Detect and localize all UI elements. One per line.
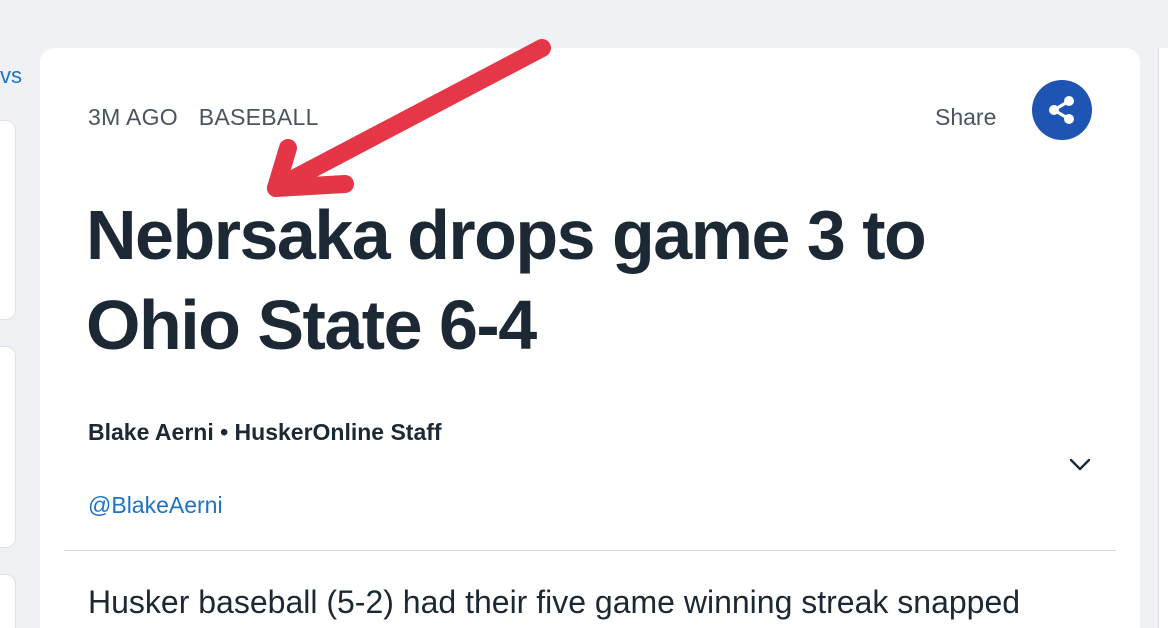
article-time: 3M AGO <box>88 104 178 130</box>
article-headline: Nebrsaka drops game 3 to Ohio State 6-4 <box>86 196 927 364</box>
article-byline: Blake Aerni • HuskerOnline Staff <box>88 419 442 445</box>
author-handle-link[interactable]: @BlakeAerni <box>88 492 223 519</box>
article-card: 3M AGO BASEBALL Share Nebrsaka drops gam… <box>40 48 1140 628</box>
page: vs 3M AGO BASEBALL Share Nebrsaka drops … <box>0 0 1168 628</box>
share-label[interactable]: Share <box>935 104 996 131</box>
left-panel-link[interactable]: vs <box>0 63 22 89</box>
article-category[interactable]: BASEBALL <box>199 104 319 130</box>
left-panel-card <box>0 120 16 320</box>
article-meta: 3M AGO BASEBALL <box>88 104 319 131</box>
article-body-text: Husker baseball (5-2) had their five gam… <box>88 584 1021 620</box>
share-button[interactable] <box>1032 80 1092 140</box>
chevron-down-icon[interactable] <box>1066 450 1094 478</box>
left-panel-card <box>0 574 16 628</box>
share-icon <box>1049 96 1074 124</box>
left-panel-card <box>0 346 16 548</box>
right-panel-card <box>1158 48 1168 628</box>
divider <box>64 550 1116 551</box>
